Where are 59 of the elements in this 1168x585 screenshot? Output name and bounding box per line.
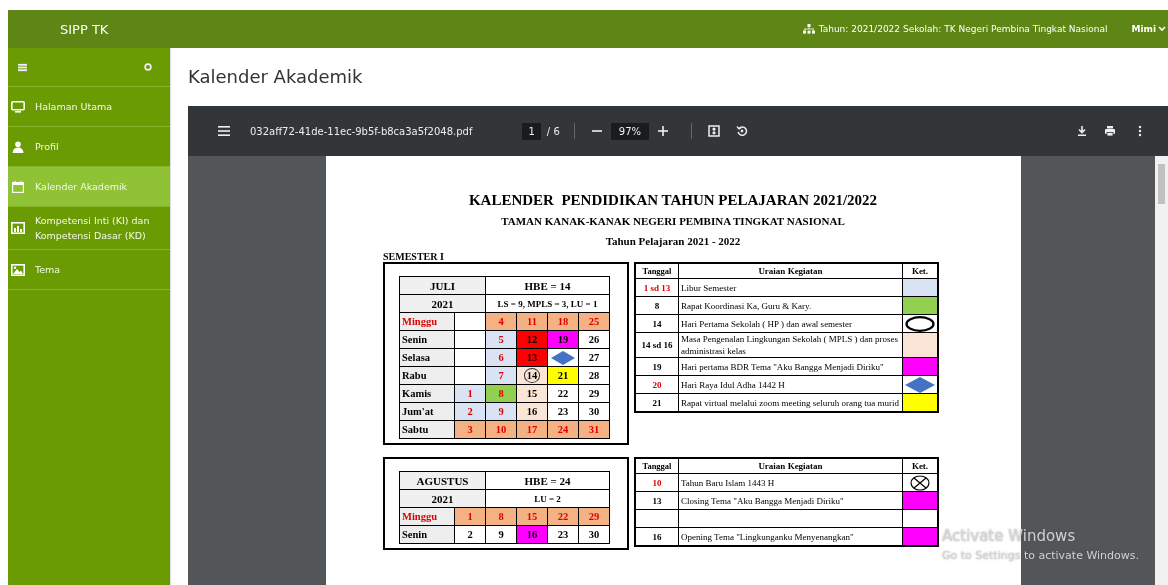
download-icon[interactable] (1076, 125, 1088, 137)
page-title: Kalender Akademik (188, 66, 364, 89)
column-header: Uraian Kegiatan (678, 263, 903, 279)
academic-year: Tahun Pelajaran 2021 - 2022 (604, 235, 742, 247)
document-title: KALENDER PENDIDIKAN TAHUN PELAJARAN 2021/2022 (467, 192, 879, 209)
table-cell: 19 (635, 357, 679, 376)
fit-page-icon[interactable] (708, 125, 720, 137)
sidebar-item[interactable]: Halaman Utama (8, 87, 170, 127)
column-header: Uraian Kegiatan (678, 458, 903, 474)
caret-icon (1158, 26, 1166, 32)
sidebar-item[interactable]: Tema (8, 250, 170, 290)
page-number-field[interactable]: 1 (522, 122, 541, 140)
table-cell: Hari Pertama Sekolah ( HP ) dan awal semester (678, 314, 903, 333)
rotate-icon[interactable] (736, 125, 748, 137)
table-cell: 1 sd 13 (635, 278, 679, 297)
table-cell: Masa Pengenalan Lingkungan Sekolah ( MPLS ) dan proses administrasi kelas (678, 332, 903, 358)
table-cell: Libur Semester (678, 278, 903, 297)
table-cell: 10 (635, 473, 679, 492)
zoom-field[interactable]: 97% (610, 122, 649, 140)
table-cell: 14 (635, 314, 679, 333)
table-cell: HBE = 14 (485, 276, 610, 295)
table-cell: 8 (635, 296, 679, 315)
chart-icon (11, 222, 25, 234)
monitor-icon (11, 100, 25, 113)
table-cell: Closing Tema "Aku Bangga Menjadi Diriku" (678, 491, 903, 510)
print-icon[interactable] (1104, 125, 1116, 137)
month-name: AGUSTUS (399, 471, 486, 490)
scrollbar[interactable] (1155, 156, 1168, 585)
file-name: 032aff72-41de-11ec-9b5f-b8ca3a5f2048.pdf (250, 125, 473, 137)
table-cell: 20 (635, 375, 679, 394)
table-cell: 14 sd 16 (635, 332, 679, 358)
sidebar-item[interactable]: Kalender Akademik (8, 167, 170, 207)
semester-label: SEMESTER I (383, 251, 445, 262)
table-cell: Hari pertama BDR Tema "Aku Bangga Menjadi Diriku" (678, 357, 903, 376)
app-brand[interactable]: SIPP TK (60, 21, 109, 37)
image-icon (11, 263, 25, 276)
table-cell: Rapat Koordinasi Ka, Guru & Kary. (678, 296, 903, 315)
menu-icon[interactable] (218, 125, 230, 137)
table-cell: 13 (635, 491, 679, 510)
diamond-icon (551, 350, 575, 365)
document-subtitle: TAMAN KANAK-KANAK NEGERI PEMBINA TINGKAT NASIONAL (500, 215, 846, 227)
table-cell: HBE = 24 (485, 471, 610, 490)
more-options-icon[interactable] (1138, 125, 1142, 137)
table-cell: Rapat virtual melalui zoom meeting seluruh orang tua murid (678, 393, 903, 412)
user-icon (11, 140, 25, 153)
table-cell: Opening Tema "Lingkunganku Menyenangkan" (678, 527, 903, 546)
month-name: JULI (399, 276, 486, 295)
sitemap-icon (802, 24, 815, 34)
column-header: Tanggal (635, 263, 679, 279)
page-count: / 6 (546, 125, 560, 137)
table-cell: Hari Raya Idul Adha 1442 H (678, 375, 903, 394)
calendar-icon (11, 180, 25, 193)
zoom-in-icon[interactable] (657, 125, 669, 137)
column-header: Tanggal (635, 458, 679, 474)
school-year-info: Tahun: 2021/2022 Sekolah: TK Negeri Pembina Tingkat Nasional (818, 24, 1108, 34)
table-cell: Tahun Baru Islam 1443 H (678, 473, 903, 492)
sidebar-item[interactable]: Kompetensi Inti (KI) dan Kompetensi Dasar (KD) (8, 207, 170, 250)
user-menu[interactable]: Mimi (1131, 24, 1168, 34)
settings-icon[interactable] (144, 63, 152, 71)
